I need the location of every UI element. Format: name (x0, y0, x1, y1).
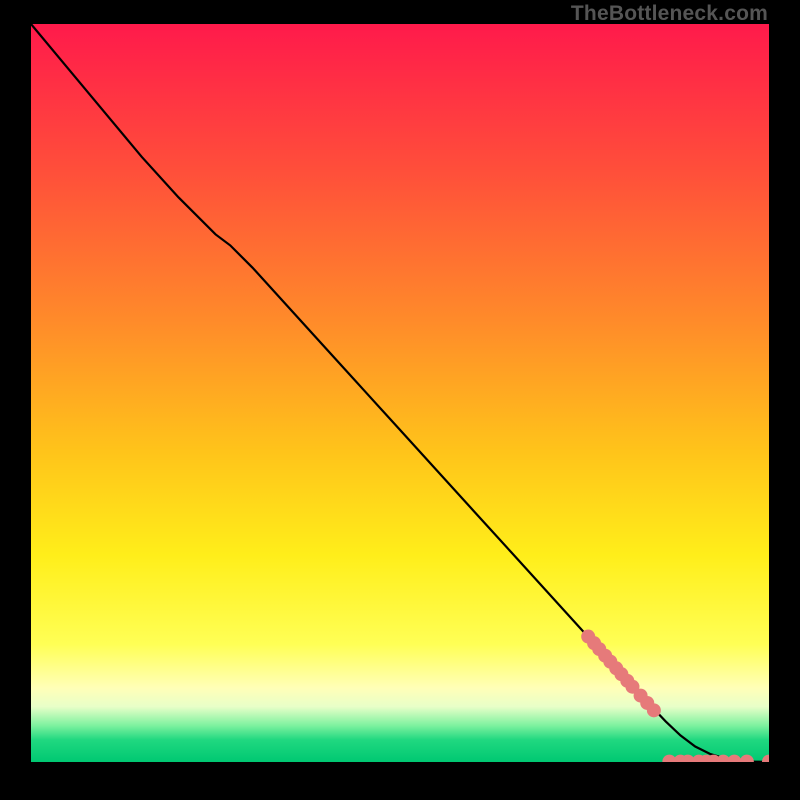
marker-point (740, 755, 754, 762)
attribution-text: TheBottleneck.com (571, 2, 768, 26)
plot-area (31, 24, 769, 762)
marker-point (727, 755, 741, 762)
bottleneck-curve (31, 24, 769, 762)
chart-frame: TheBottleneck.com (0, 0, 800, 800)
marker-point (762, 755, 769, 762)
marker-point (647, 703, 661, 717)
bottleneck-markers (581, 630, 769, 762)
chart-overlay (31, 24, 769, 762)
